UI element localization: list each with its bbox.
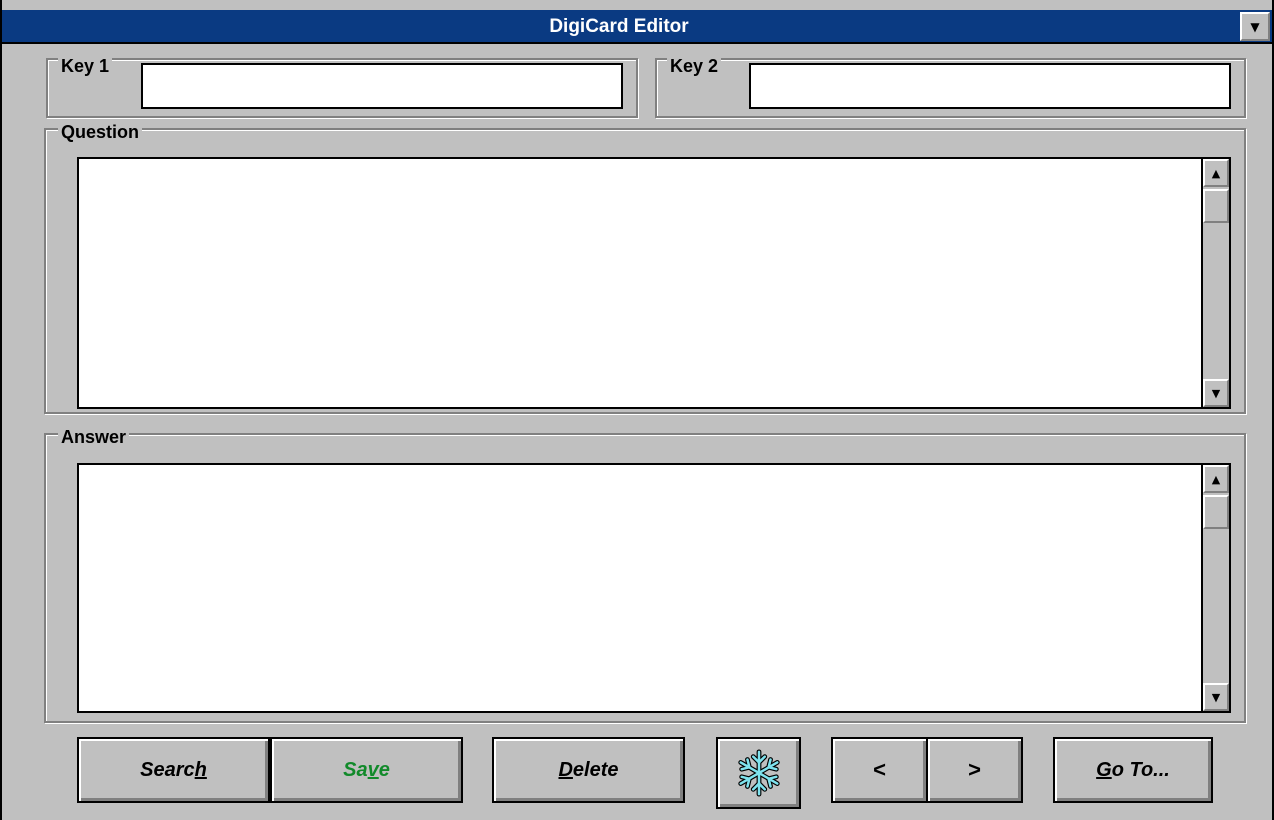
question-scrollbar[interactable]: ▲ ▼ [1201,159,1229,407]
question-input[interactable] [79,159,1203,407]
key1-field[interactable] [141,63,623,109]
question-scroll-down-button[interactable]: ▼ [1203,379,1229,407]
digicard-editor-window: DigiCard Editor ▼ Key 1 Key 2 Question ▲… [0,0,1274,820]
previous-card-label: < [873,757,886,782]
answer-label: Answer [58,427,130,448]
question-textarea[interactable]: ▲ ▼ [77,157,1231,409]
title-bar[interactable]: DigiCard Editor ▼ [2,10,1272,44]
key2-field[interactable] [749,63,1231,109]
save-button-label: Save [343,758,390,781]
answer-input[interactable] [79,465,1203,711]
go-to-button-label: Go To... [1096,758,1170,781]
answer-scroll-down-button[interactable]: ▼ [1203,683,1229,711]
freeze-button[interactable] [716,737,801,809]
answer-scroll-thumb[interactable] [1203,495,1229,529]
save-button[interactable]: Save [270,737,463,803]
system-menu-button[interactable]: ▼ [1240,12,1270,41]
arrow-up-icon: ▲ [1211,472,1221,486]
key1-label: Key 1 [58,56,113,77]
snowflake-icon [737,749,780,797]
chevron-down-icon: ▼ [1250,19,1260,34]
previous-card-button[interactable]: < [831,737,928,803]
next-card-label: > [968,757,981,782]
next-card-button[interactable]: > [926,737,1023,803]
go-to-button[interactable]: Go To... [1053,737,1213,803]
window-title: DigiCard Editor [549,16,689,37]
question-scroll-thumb[interactable] [1203,189,1229,223]
search-button[interactable]: Search [77,737,270,803]
search-button-label: Search [140,758,207,781]
arrow-down-icon: ▼ [1211,690,1221,704]
answer-scroll-up-button[interactable]: ▲ [1203,465,1229,493]
arrow-up-icon: ▲ [1211,166,1221,180]
key1-input[interactable] [143,65,621,107]
answer-scrollbar[interactable]: ▲ ▼ [1201,465,1229,711]
arrow-down-icon: ▼ [1211,386,1221,400]
delete-button-label: Delete [558,758,619,781]
question-label: Question [58,122,143,143]
key2-label: Key 2 [667,56,722,77]
key2-input[interactable] [751,65,1229,107]
delete-button[interactable]: Delete [492,737,685,803]
answer-textarea[interactable]: ▲ ▼ [77,463,1231,713]
question-scroll-up-button[interactable]: ▲ [1203,159,1229,187]
